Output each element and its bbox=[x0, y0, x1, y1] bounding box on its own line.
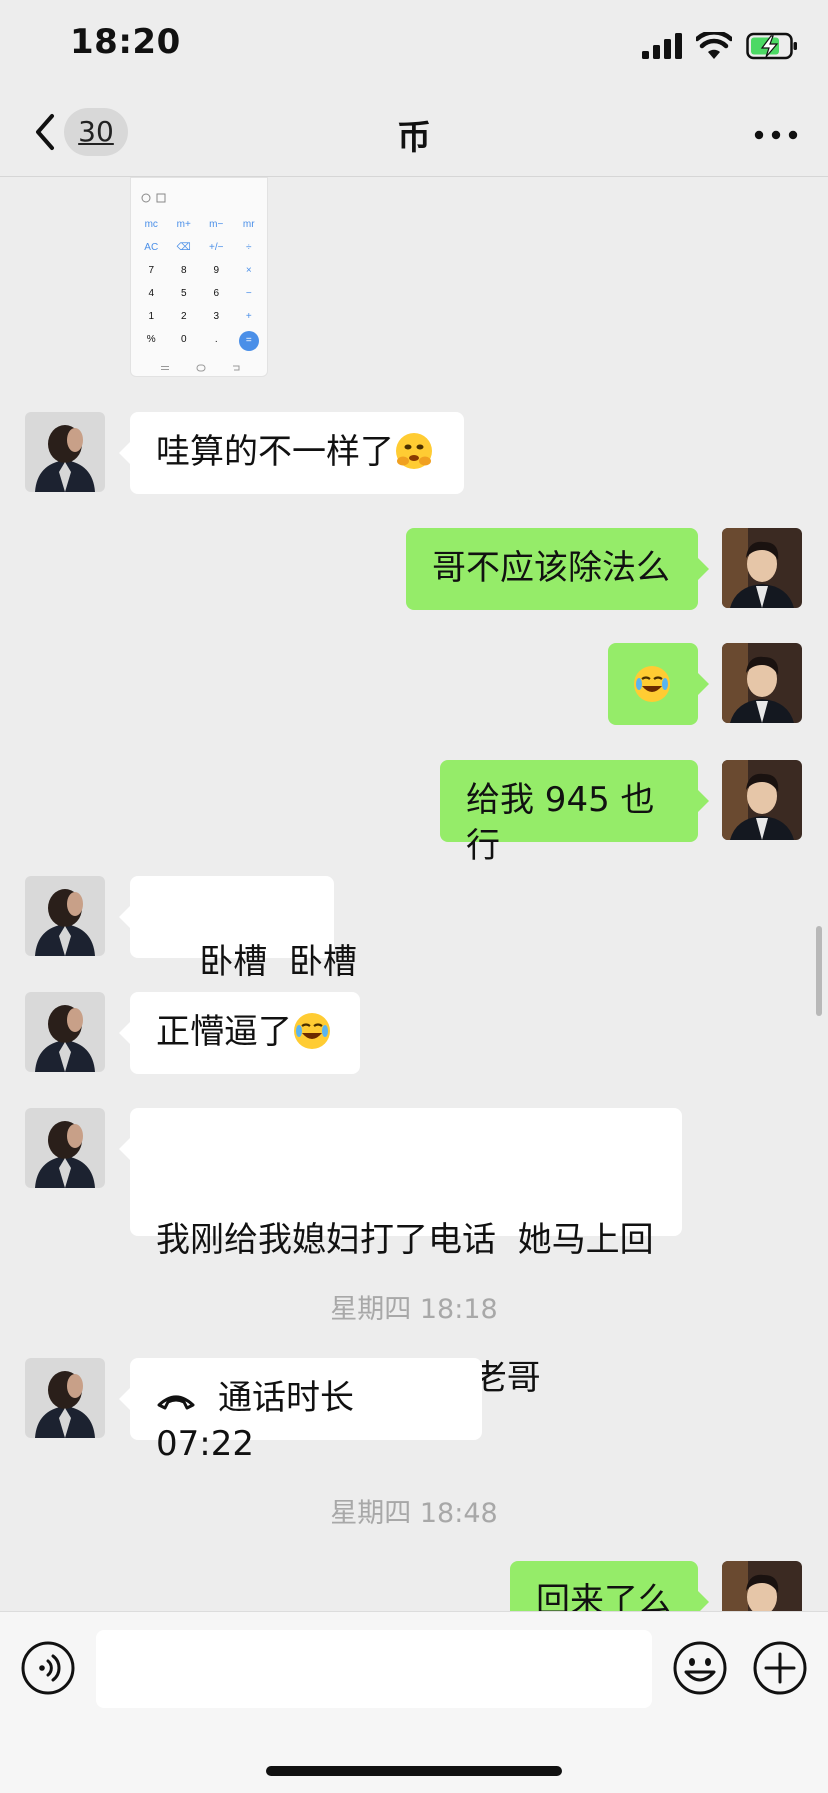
rolling-laughing-emoji-icon bbox=[294, 1013, 330, 1049]
my-avatar[interactable] bbox=[722, 760, 802, 840]
status-bar: 18:20 bbox=[0, 0, 828, 88]
timestamp-divider: 星期四 18:48 bbox=[330, 1498, 498, 1529]
chat-title: 币 bbox=[397, 118, 431, 158]
more-options-icon[interactable] bbox=[754, 130, 798, 140]
my-avatar[interactable] bbox=[722, 528, 802, 608]
message-bubble[interactable]: 哇算的不一样了 bbox=[119, 412, 464, 494]
message-bubble[interactable]: 哥不应该除法么 bbox=[406, 528, 709, 610]
message-bubble[interactable]: 正懵逼了 bbox=[119, 992, 360, 1074]
phone-hangup-icon bbox=[157, 1395, 195, 1410]
message-bubble[interactable]: 我刚给我媳妇打了电话 她马上回 来了 我用她的给你转老哥 bbox=[119, 1108, 682, 1398]
voice-input-icon[interactable] bbox=[20, 1640, 76, 1696]
rolling-laughing-emoji-icon bbox=[634, 666, 670, 702]
chat-header: 30 币 bbox=[0, 88, 828, 177]
status-time: 18:20 bbox=[70, 22, 181, 62]
wifi-icon bbox=[696, 32, 732, 59]
status-icons bbox=[642, 30, 798, 62]
calculator-keypad: mc m+ m− mr AC ⌫ +/− ÷ 7 8 9 × 4 5 6− 1 2 3 + % 0. = bbox=[135, 216, 265, 351]
contact-avatar[interactable] bbox=[25, 876, 105, 956]
message-input[interactable] bbox=[96, 1630, 652, 1708]
hugging-face-emoji-icon bbox=[396, 433, 432, 469]
timestamp-divider: 星期四 18:18 bbox=[330, 1294, 498, 1325]
message-bubble[interactable]: 给我 945 也行 bbox=[440, 760, 709, 866]
message-list[interactable]: mc m+ m− mr AC ⌫ +/− ÷ 7 8 9 × 4 5 6− 1 2 3 + % 0. = 哇算的… bbox=[0, 177, 828, 1611]
message-bubble[interactable]: 回来了么 bbox=[510, 1561, 709, 1611]
calculator-screenshot-image[interactable]: mc m+ m− mr AC ⌫ +/− ÷ 7 8 9 × 4 5 6− 1 2 3 + % 0. = bbox=[130, 177, 268, 377]
my-avatar[interactable] bbox=[722, 643, 802, 723]
voice-call-record[interactable]: 通话时长 07:22 bbox=[119, 1358, 482, 1464]
emoji-picker-icon[interactable] bbox=[672, 1640, 728, 1696]
more-actions-plus-icon[interactable] bbox=[752, 1640, 808, 1696]
my-avatar[interactable] bbox=[722, 1561, 802, 1611]
home-indicator[interactable] bbox=[266, 1766, 562, 1776]
nav-buttons-icon bbox=[161, 364, 240, 372]
contact-avatar[interactable] bbox=[25, 1358, 105, 1438]
scroll-indicator[interactable] bbox=[816, 926, 822, 1016]
message-bubble[interactable]: 卧槽 卧槽 bbox=[119, 876, 357, 982]
contact-avatar[interactable] bbox=[25, 992, 105, 1072]
input-toolbar bbox=[0, 1611, 828, 1793]
contact-avatar[interactable] bbox=[25, 1108, 105, 1188]
contact-avatar[interactable] bbox=[25, 412, 105, 492]
battery-charging-icon bbox=[746, 32, 797, 60]
cellular-signal-icon bbox=[642, 33, 682, 59]
message-bubble[interactable] bbox=[608, 643, 709, 725]
history-icon bbox=[141, 193, 166, 203]
